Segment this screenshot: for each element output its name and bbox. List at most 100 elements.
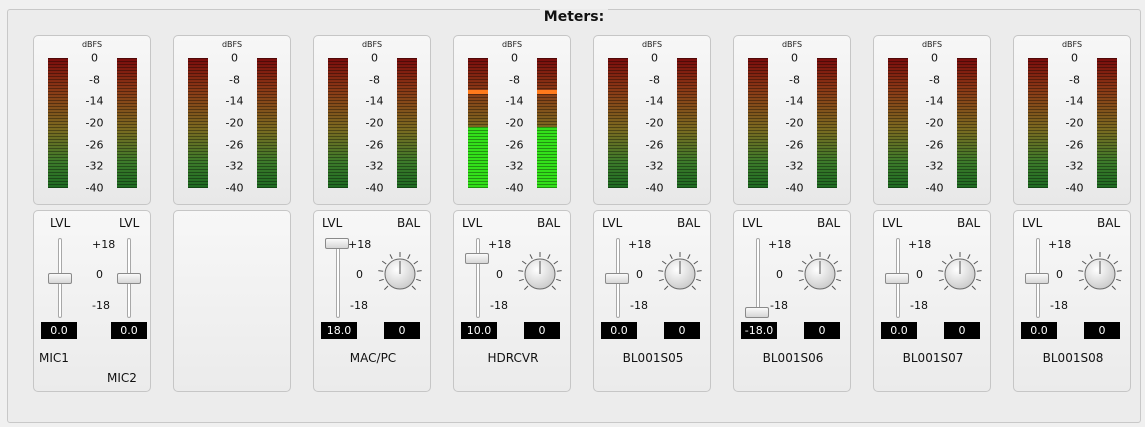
scale-tick-label: -26 <box>225 138 244 152</box>
scale-tick-label: -14 <box>925 94 944 108</box>
scale-tick-label: -40 <box>365 181 384 195</box>
scale-plus18: +18 <box>628 238 652 251</box>
meter-scale: 0 -8 -14 -20 -26 -32 -40 <box>358 52 391 195</box>
meter-scale: 0 -8 -14 -20 -26 -32 -40 <box>498 52 531 195</box>
left-meter-bar <box>888 58 908 188</box>
scale-minus18: -18 <box>910 299 928 312</box>
lvl-label: LVL <box>882 216 903 230</box>
dbfs-label: dBFS <box>781 40 803 49</box>
meters-group: Meters: dBFS 0 -8 -14 -20 -26 -32 -40 LVL 0.0 LVL 0… <box>7 9 1141 423</box>
meter-scale: 0 -8 -14 -20 -26 -32 -40 <box>78 52 111 195</box>
lvl-label: LVL <box>1022 216 1043 230</box>
right-meter-bar <box>397 58 417 188</box>
scale-zero: 0 <box>776 268 783 281</box>
scale-plus18: +18 <box>1048 238 1072 251</box>
scale-tick-label: -26 <box>785 138 804 152</box>
left-meter-bar <box>608 58 628 188</box>
bal-label: BAL <box>1097 216 1121 230</box>
meter-panel: dBFS 0 -8 -14 -20 -26 -32 -40 <box>173 35 291 205</box>
level-value-display: 0.0 <box>601 322 637 339</box>
control-panel: LVL BAL +18 0 -18 10.0 0 HDRCVR <box>453 210 571 392</box>
scale-tick-label: -32 <box>225 159 244 173</box>
right-meter-bar <box>957 58 977 188</box>
scale-zero: 0 <box>496 268 503 281</box>
scale-zero: 0 <box>356 268 363 281</box>
meter-panel: dBFS 0 -8 -14 -20 -26 -32 -40 <box>453 35 571 205</box>
scale-tick-label: -32 <box>365 159 384 173</box>
lvl-label: LVL <box>602 216 623 230</box>
scale-tick-label: 0 <box>1071 51 1078 65</box>
scale-minus18: -18 <box>770 299 788 312</box>
scale-tick-label: -8 <box>509 73 520 87</box>
meter-panel: dBFS 0 -8 -14 -20 -26 -32 -40 <box>313 35 431 205</box>
level-slider-track[interactable] <box>476 238 480 318</box>
scale-tick-label: -14 <box>1065 94 1084 108</box>
level-slider-track[interactable] <box>756 238 760 318</box>
level-slider-thumb[interactable] <box>117 272 141 284</box>
scale-tick-label: 0 <box>231 51 238 65</box>
balance-value-display: 0 <box>944 322 980 339</box>
meter-panel: dBFS 0 -8 -14 -20 -26 -32 -40 <box>33 35 151 205</box>
scale-tick-label: -14 <box>505 94 524 108</box>
meter-panel: dBFS 0 -8 -14 -20 -26 -32 -40 <box>733 35 851 205</box>
left-meter-bar <box>748 58 768 188</box>
level-value-display: -18.0 <box>741 322 777 339</box>
meter-panel: dBFS 0 -8 -14 -20 -26 -32 -40 <box>1013 35 1131 205</box>
level-slider-thumb[interactable] <box>605 272 629 284</box>
scale-tick-label: -14 <box>645 94 664 108</box>
scale-minus18: -18 <box>490 299 508 312</box>
scale-tick-label: -20 <box>925 116 944 130</box>
scale-tick-label: -20 <box>645 116 664 130</box>
level-slider-thumb[interactable] <box>1025 272 1049 284</box>
balance-value-display: 0 <box>384 322 420 339</box>
balance-knob[interactable] <box>935 249 985 299</box>
channel-name: BL001S07 <box>902 351 964 365</box>
balance-knob[interactable] <box>515 249 565 299</box>
balance-knob[interactable] <box>375 249 425 299</box>
level-value-display: 18.0 <box>321 322 357 339</box>
level-value-display: 0.0 <box>111 322 147 339</box>
meter-scale: 0 -8 -14 -20 -26 -32 -40 <box>778 52 811 195</box>
left-meter-bar <box>1028 58 1048 188</box>
level-slider-thumb[interactable] <box>48 272 72 284</box>
scale-tick-label: -32 <box>85 159 104 173</box>
scale-tick-label: -26 <box>1065 138 1084 152</box>
balance-knob[interactable] <box>1075 249 1125 299</box>
balance-knob[interactable] <box>655 249 705 299</box>
scale-tick-label: -14 <box>785 94 804 108</box>
right-meter-bar <box>537 58 557 188</box>
level-slider-thumb[interactable] <box>325 238 349 249</box>
scale-tick-label: -20 <box>1065 116 1084 130</box>
balance-value-display: 0 <box>664 322 700 339</box>
control-panel <box>173 210 291 392</box>
level-slider-thumb[interactable] <box>465 253 489 265</box>
dbfs-label: dBFS <box>221 40 243 49</box>
balance-knob[interactable] <box>795 249 845 299</box>
scale-tick-label: 0 <box>371 51 378 65</box>
scale-tick-label: -32 <box>505 159 524 173</box>
level-slider-track[interactable] <box>336 238 340 318</box>
bal-label: BAL <box>957 216 981 230</box>
left-meter-bar <box>468 58 488 188</box>
level-value-display: 10.0 <box>461 322 497 339</box>
bal-label: BAL <box>677 216 701 230</box>
scale-tick-label: -8 <box>89 73 100 87</box>
balance-knob-icon <box>1078 252 1122 290</box>
scale-tick-label: -8 <box>649 73 660 87</box>
scale-tick-label: -40 <box>505 181 524 195</box>
lvl-label: LVL <box>50 216 71 230</box>
scale-tick-label: -40 <box>925 181 944 195</box>
balance-knob-icon <box>378 252 422 290</box>
control-panel: LVL BAL +18 0 -18 0.0 0 BL001S05 <box>593 210 711 392</box>
peak-hold-marker <box>537 90 557 95</box>
meter-scale: 0 -8 -14 -20 -26 -32 -40 <box>218 52 251 195</box>
scale-tick-label: -32 <box>645 159 664 173</box>
scale-tick-label: -32 <box>785 159 804 173</box>
level-slider-thumb[interactable] <box>885 272 909 284</box>
scale-tick-label: 0 <box>651 51 658 65</box>
balance-knob-icon <box>518 252 562 290</box>
balance-knob-icon <box>798 252 842 290</box>
scale-tick-label: -14 <box>225 94 244 108</box>
scale-minus18: -18 <box>630 299 648 312</box>
level-slider-thumb[interactable] <box>745 307 769 318</box>
